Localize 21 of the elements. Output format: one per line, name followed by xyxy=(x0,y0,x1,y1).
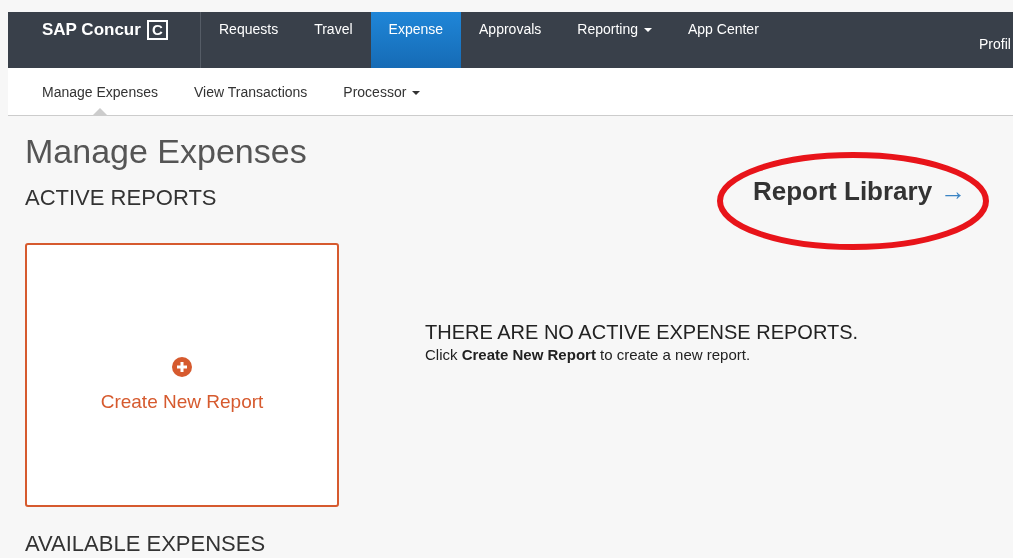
nav-tab[interactable]: Requests xyxy=(201,12,297,68)
add-icon xyxy=(172,356,192,377)
profile-menu[interactable]: Profil xyxy=(979,12,1013,68)
page-title: Manage Expenses xyxy=(25,132,307,171)
nav-tab[interactable]: Travel xyxy=(296,12,371,68)
sub-nav-tab[interactable]: Processor xyxy=(325,68,439,115)
nav-tab[interactable]: Expense xyxy=(370,12,462,68)
create-report-card[interactable]: Create New Report xyxy=(25,243,339,507)
empty-state-title: THERE ARE NO ACTIVE EXPENSE REPORTS. xyxy=(425,321,859,344)
section-heading: ACTIVE REPORTS xyxy=(25,185,218,211)
nav-tab[interactable]: App Center xyxy=(670,12,777,68)
nav-tab[interactable]: Reporting xyxy=(559,12,670,68)
empty-state-text: Click Create New Report to create a new report. xyxy=(425,346,752,363)
nav-tab[interactable]: Approvals xyxy=(461,12,560,68)
report-library-link[interactable]: Report Library xyxy=(753,176,933,207)
sub-nav-tab[interactable]: View Transactions xyxy=(175,68,326,115)
brand-logo-text: SAP Concur xyxy=(42,20,141,40)
brand-logo-mark: C xyxy=(146,20,168,40)
sub-nav-tab[interactable]: Manage Expenses xyxy=(24,68,176,115)
section-heading: AVAILABLE EXPENSES xyxy=(25,531,267,557)
arrow-icon: → xyxy=(940,176,967,207)
